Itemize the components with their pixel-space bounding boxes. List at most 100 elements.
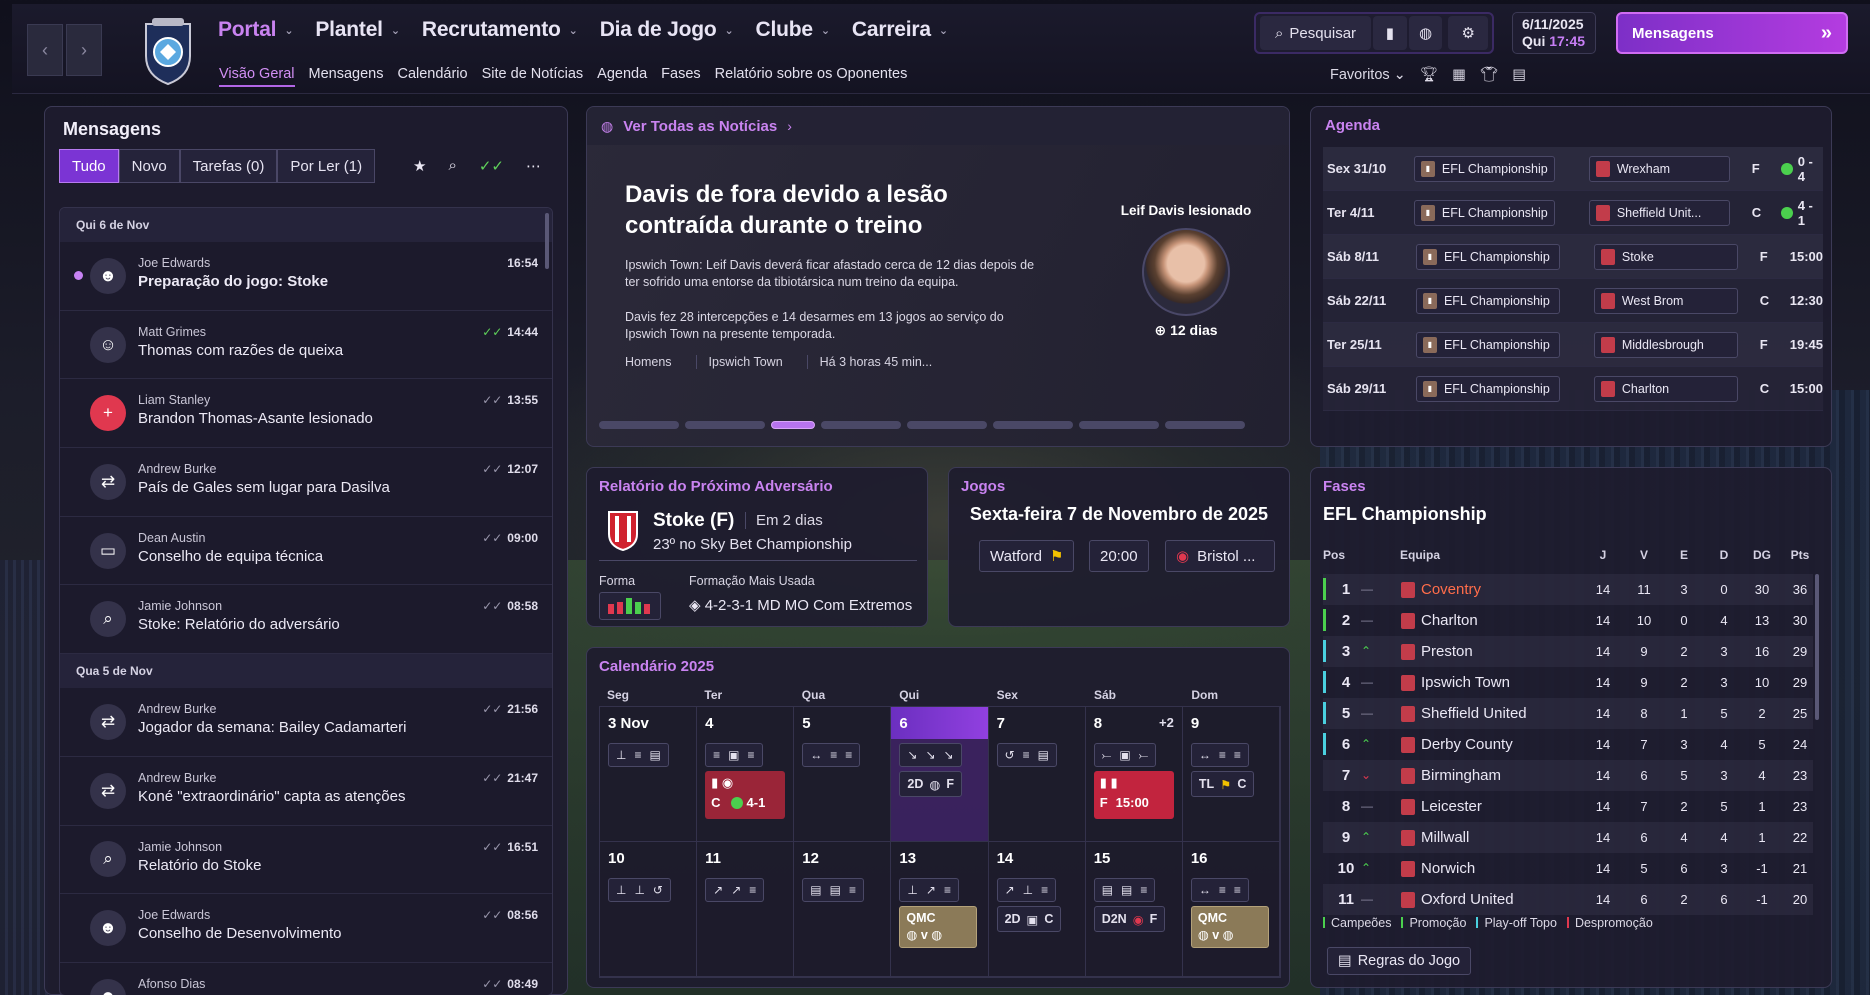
menu-clube[interactable]: Clube ⌄ — [756, 18, 831, 42]
menu-dia-de-jogo[interactable]: Dia de Jogo ⌄ — [600, 18, 734, 42]
tab-relatorio-oponentes[interactable]: Relatório sobre os Oponentes — [715, 66, 908, 87]
news-page-dot[interactable] — [993, 421, 1073, 429]
opponent-title[interactable]: Relatório do Próximo Adversário — [599, 478, 833, 495]
fixture-away[interactable]: ◉ Bristol ... — [1165, 540, 1275, 572]
team-cell[interactable]: Sheffield United — [1401, 705, 1527, 722]
table-row[interactable]: 11 — Oxford United 14 6 2 6 -1 20 — [1323, 884, 1813, 915]
club-crest-icon[interactable] — [142, 16, 194, 86]
fixture-home[interactable]: Watford ⚑ — [979, 540, 1075, 572]
day-icons[interactable]: ▤ ▤ ≡ — [802, 878, 864, 902]
table-row[interactable]: 8 — Leicester 14 7 2 5 1 23 — [1323, 791, 1813, 822]
world-button[interactable]: ◍ — [1408, 16, 1443, 50]
calendar-day[interactable]: 15 ▤ ▤ ≡ D2N ◉ F — [1085, 842, 1183, 977]
search-icon[interactable]: ⌕ — [448, 157, 456, 175]
news-page-dot[interactable] — [771, 421, 815, 429]
message-row[interactable]: ⌕ Jamie Johnson Relatório do Stoke ✓✓ 16:51 — [60, 826, 552, 895]
news-page-dot[interactable] — [599, 421, 679, 429]
calendar-day[interactable]: 10 ⊥ ⊥ ↺ — [600, 842, 698, 977]
col-e[interactable]: E — [1669, 548, 1699, 562]
day-icons[interactable]: ↔ ≡ ≡ — [1190, 743, 1249, 767]
calendar-day[interactable]: 12 ▤ ▤ ≡ — [794, 842, 892, 977]
competition-pill[interactable]: ▮ EFL Championship — [1415, 243, 1560, 270]
team-cell[interactable]: Birmingham — [1401, 767, 1501, 784]
message-row[interactable]: ☻ Joe Edwards Conselho de Desenvolvimento ✓… — [60, 894, 552, 963]
filter-tasks[interactable]: Tarefas (0) — [179, 149, 278, 183]
message-row[interactable]: ⇄ Andrew Burke Koné "extraordinário" capta… — [60, 757, 552, 826]
calendar-day[interactable]: 4 ≡ ▣ ≡ ▮ ◉ C 4-1 — [697, 707, 795, 842]
team-cell[interactable]: Charlton — [1401, 612, 1478, 629]
calendar-day[interactable]: 16 ↔ ≡ ≡ QMC ◍ v ◍ — [1182, 842, 1280, 977]
more-icon[interactable]: ⋯ — [526, 157, 541, 175]
agenda-row[interactable]: Ter 25/11 ▮ EFL Championship Middlesbrough F… — [1323, 323, 1823, 367]
game-date[interactable]: 6/11/2025 Qui 17:45 — [1512, 12, 1596, 54]
calendar-day[interactable]: 7 ↺ ≡ ▤ — [988, 707, 1086, 842]
table-row[interactable]: 9 ⌃ Millwall 14 6 4 4 1 22 — [1323, 822, 1813, 853]
news-page-dot[interactable] — [1079, 421, 1159, 429]
competition-pill[interactable]: ▮ EFL Championship — [1415, 375, 1560, 402]
news-page-dot[interactable] — [907, 421, 987, 429]
filter-new[interactable]: Novo — [118, 149, 180, 183]
scrollbar[interactable] — [1815, 574, 1819, 720]
table-row[interactable]: 5 — Sheffield United 14 8 1 5 2 25 — [1323, 698, 1813, 729]
message-row[interactable]: ⇄ Andrew Burke País de Gales sem lugar par… — [60, 448, 552, 517]
col-team[interactable]: Equipa — [1400, 548, 1440, 562]
opponent-pill[interactable]: Middlesbrough — [1593, 331, 1738, 358]
agenda-row[interactable]: Sáb 29/11 ▮ EFL Championship Charlton C 15:00 — [1323, 367, 1823, 411]
agenda-row[interactable]: Ter 4/11 ▮ EFL Championship Sheffield Unit.… — [1323, 191, 1823, 235]
col-j[interactable]: J — [1588, 548, 1618, 562]
col-pos[interactable]: Pos — [1323, 548, 1345, 562]
tab-visao-geral[interactable]: Visão Geral — [219, 66, 295, 87]
trophy-icon[interactable]: 🏆︎ — [1420, 66, 1438, 83]
col-d[interactable]: D — [1709, 548, 1739, 562]
match-card[interactable]: ▮ ▮ F 15:00 — [1093, 771, 1174, 819]
day-icons[interactable]: ▤ ▤ ≡ — [1093, 878, 1156, 902]
opponent-name[interactable]: Stoke (F) — [653, 510, 734, 532]
menu-recrutamento[interactable]: Recrutamento ⌄ — [422, 18, 578, 42]
message-row[interactable]: ▭ Dean Austin Conselho de equipa técnica ✓✓… — [60, 517, 552, 586]
tab-mensagens[interactable]: Mensagens — [309, 66, 384, 87]
day-icons[interactable]: ≡ ▣ ≡ — [705, 743, 763, 767]
col-pts[interactable]: Pts — [1785, 548, 1815, 562]
message-row[interactable]: ⌕ Jamie Johnson Stoke: Relatório do advers… — [60, 585, 552, 655]
competition-pill[interactable]: ▮ EFL Championship — [1415, 331, 1560, 358]
menu-carreira[interactable]: Carreira ⌄ — [852, 18, 948, 42]
day-icons[interactable]: ↗ ↗ ≡ — [705, 878, 765, 902]
day-icons[interactable]: ⊥ ↗ ≡ — [899, 878, 959, 902]
shirt-icon[interactable]: 👕︎ — [1480, 66, 1498, 83]
injury-card[interactable]: Leif Davis lesionado ⊕ 12 dias — [1111, 203, 1261, 339]
agenda-row[interactable]: Sex 31/10 ▮ EFL Championship Wrexham F 0 - 4 — [1323, 147, 1823, 191]
calendar-day[interactable]: 9 ↔ ≡ ≡ TL ⚑ C — [1182, 707, 1280, 842]
calendar-day[interactable]: 13 ⊥ ↗ ≡ QMC ◍ v ◍ — [891, 842, 989, 977]
message-row[interactable]: ☺ Matt Grimes Thomas com razões de queixa ✓… — [60, 311, 552, 380]
qmc-card[interactable]: QMC ◍ v ◍ — [899, 906, 978, 948]
team-cell[interactable]: Oxford United — [1401, 891, 1514, 908]
opponent-pill[interactable]: Stoke — [1593, 243, 1738, 270]
tab-site-noticias[interactable]: Site de Notícias — [482, 66, 584, 87]
opponent-pill[interactable]: Sheffield Unit... — [1588, 199, 1730, 226]
tag-homens[interactable]: Homens — [625, 355, 697, 369]
qmc-card[interactable]: QMC ◍ v ◍ — [1190, 906, 1269, 948]
news-page-dot[interactable] — [685, 421, 765, 429]
tag-team[interactable]: Ipswich Town — [709, 355, 808, 369]
message-row[interactable]: + Liam Stanley Brandon Thomas-Asante lesio… — [60, 379, 552, 449]
table-row[interactable]: 6 ⌃ Derby County 14 7 3 4 5 24 — [1323, 729, 1813, 760]
day-icons[interactable]: ↘ ↘ ↘ — [899, 743, 962, 767]
competition-pill[interactable]: ▮ EFL Championship — [1415, 287, 1560, 314]
day-icons[interactable]: ↔ ≡ ≡ — [802, 743, 861, 767]
day-icons[interactable]: ↺ ≡ ▤ — [996, 743, 1057, 767]
tab-agenda[interactable]: Agenda — [597, 66, 647, 87]
table-row[interactable]: 1— Coventry 14 11 3 0 30 36 — [1323, 574, 1813, 605]
calendar-day[interactable]: 3 Nov ⊥ ≡ ▤ — [600, 707, 698, 842]
calendar-day[interactable]: 8 +2 ⤚ ▣ ⤚ ▮ ▮ F 15:00 — [1085, 707, 1183, 842]
calendar-day[interactable]: 11 ↗ ↗ ≡ — [697, 842, 795, 977]
team-cell[interactable]: Derby County — [1401, 736, 1513, 753]
day-icons[interactable]: ⤚ ▣ ⤚ — [1093, 743, 1157, 767]
league-title[interactable]: Fases — [1323, 478, 1366, 495]
team-cell[interactable]: Millwall — [1401, 829, 1469, 846]
bookmark-button[interactable]: ▮ — [1372, 16, 1407, 50]
day-icons[interactable]: ↗ ⊥ ≡ — [996, 878, 1057, 902]
team-cell[interactable]: Norwich — [1401, 860, 1475, 877]
team-cell[interactable]: Ipswich Town — [1401, 674, 1510, 691]
day-icons[interactable]: ⊥ ≡ ▤ — [608, 743, 669, 767]
news-page-dot[interactable] — [821, 421, 901, 429]
